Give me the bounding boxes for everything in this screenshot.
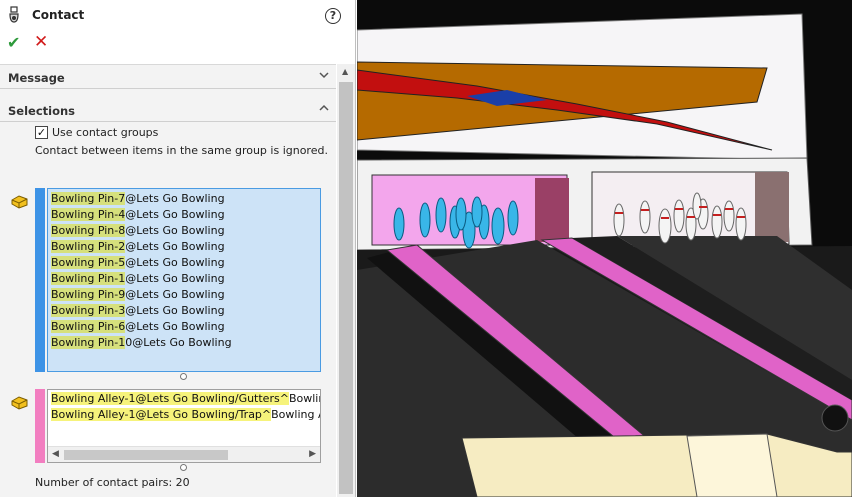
group1-item-name: Bowling Pin-1 <box>51 272 126 285</box>
contact-feature-icon <box>9 6 19 23</box>
graphics-viewport[interactable] <box>357 0 852 497</box>
group1-selection-list[interactable]: Bowling Pin-7@Lets Go Bowling Bowling Pin… <box>47 188 321 372</box>
group1-item[interactable]: Bowling Pin-4@Lets Go Bowling <box>51 207 225 223</box>
contact-groups-note: Contact between items in the same group … <box>35 144 328 157</box>
chevron-down-icon[interactable] <box>318 69 330 81</box>
group1-item-name: Bowling Pin-6 <box>51 320 126 333</box>
scroll-thumb[interactable] <box>64 450 228 460</box>
panel-vertical-scrollbar[interactable]: ▲ <box>337 64 355 497</box>
group2-resize-handle[interactable] <box>180 464 187 471</box>
group1-item-path: @Lets Go Bowling <box>125 192 225 205</box>
group1-item-name: Bowling Pin-9 <box>51 288 126 301</box>
group1-item[interactable]: Bowling Pin-7@Lets Go Bowling <box>51 191 225 207</box>
group1-item-name: Bowling Pin-7 <box>51 192 126 205</box>
group1-item-name: Bowling Pin-5 <box>51 256 126 269</box>
component-selection-icon <box>11 195 28 209</box>
panel-content: Message Selections ✓ Use contact groups … <box>0 64 336 497</box>
component-selection-icon-2 <box>11 396 28 410</box>
group2-item[interactable]: Bowling Alley-1@Lets Go Bowling/Trap^Bow… <box>51 407 320 423</box>
group1-item[interactable]: Bowling Pin-9@Lets Go Bowling <box>51 287 225 303</box>
group1-item-path: @Lets Go Bowling <box>125 320 225 333</box>
group2-item-path: Bowling Alley-1 <box>271 408 320 421</box>
help-icon[interactable]: ? <box>325 8 341 24</box>
group2-item-path: Bowling Alley-1 <box>288 392 320 405</box>
group1-item[interactable]: Bowling Pin-5@Lets Go Bowling <box>51 255 225 271</box>
group2-item-name: Bowling Alley-1@Lets Go Bowling/Trap^ <box>51 408 272 421</box>
property-manager: Contact ? ✔ ✕ Message Selections ✓ Use c… <box>0 0 356 497</box>
scroll-up-icon[interactable]: ▲ <box>342 67 348 76</box>
group1-item-path: @Lets Go Bowling <box>125 224 225 237</box>
group1-item[interactable]: Bowling Pin-10@Lets Go Bowling <box>51 335 232 351</box>
title-bar: Contact ? <box>0 0 355 30</box>
group2-color-bar <box>35 389 45 463</box>
group-message-header[interactable]: Message <box>0 65 336 89</box>
group1-item-name: Bowling Pin-1 <box>51 336 126 349</box>
group1-item-path: @Lets Go Bowling <box>125 256 225 269</box>
group1-item[interactable]: Bowling Pin-6@Lets Go Bowling <box>51 319 225 335</box>
group1-color-bar <box>35 188 45 372</box>
use-contact-groups-checkbox[interactable]: ✓ <box>35 126 48 139</box>
vertical-scroll-thumb[interactable] <box>339 82 353 494</box>
group1-item[interactable]: Bowling Pin-1@Lets Go Bowling <box>51 271 225 287</box>
group1-item-name: Bowling Pin-2 <box>51 240 126 253</box>
chevron-up-icon[interactable] <box>318 102 330 114</box>
group1-item-path: 0@Lets Go Bowling <box>125 336 232 349</box>
panel-title: Contact <box>32 8 85 22</box>
group1-item-path: @Lets Go Bowling <box>125 272 225 285</box>
group2-item-name: Bowling Alley-1@Lets Go Bowling/Gutters^ <box>51 392 289 405</box>
ok-button[interactable]: ✔ <box>7 35 20 51</box>
group1-item-path: @Lets Go Bowling <box>125 208 225 221</box>
group1-item-path: @Lets Go Bowling <box>125 240 225 253</box>
bowling-alley-scene <box>357 0 852 497</box>
group2-selection-list[interactable]: ◀ ▶ Bowling Alley-1@Lets Go Bowling/Gutt… <box>47 389 321 463</box>
group1-item-path: @Lets Go Bowling <box>125 304 225 317</box>
group1-item-name: Bowling Pin-3 <box>51 304 126 317</box>
group1-item-name: Bowling Pin-4 <box>51 208 126 221</box>
contact-pairs-count: Number of contact pairs: 20 <box>35 476 190 489</box>
group1-item-name: Bowling Pin-8 <box>51 224 126 237</box>
group1-resize-handle[interactable] <box>180 373 187 380</box>
group1-item[interactable]: Bowling Pin-2@Lets Go Bowling <box>51 239 225 255</box>
group1-item[interactable]: Bowling Pin-8@Lets Go Bowling <box>51 223 225 239</box>
cancel-button[interactable]: ✕ <box>34 34 48 51</box>
group1-item-path: @Lets Go Bowling <box>125 288 225 301</box>
group2-item[interactable]: Bowling Alley-1@Lets Go Bowling/Gutters^… <box>51 391 320 407</box>
scroll-left-icon[interactable]: ◀ <box>52 449 59 459</box>
use-contact-groups-label: Use contact groups <box>52 126 159 139</box>
group-selections-label: Selections <box>8 104 76 118</box>
scroll-right-icon[interactable]: ▶ <box>309 449 316 459</box>
group2-horizontal-scrollbar[interactable]: ◀ ▶ <box>48 446 320 462</box>
group-selections-header[interactable]: Selections <box>0 98 336 122</box>
group1-item[interactable]: Bowling Pin-3@Lets Go Bowling <box>51 303 225 319</box>
group-message-label: Message <box>8 71 65 85</box>
